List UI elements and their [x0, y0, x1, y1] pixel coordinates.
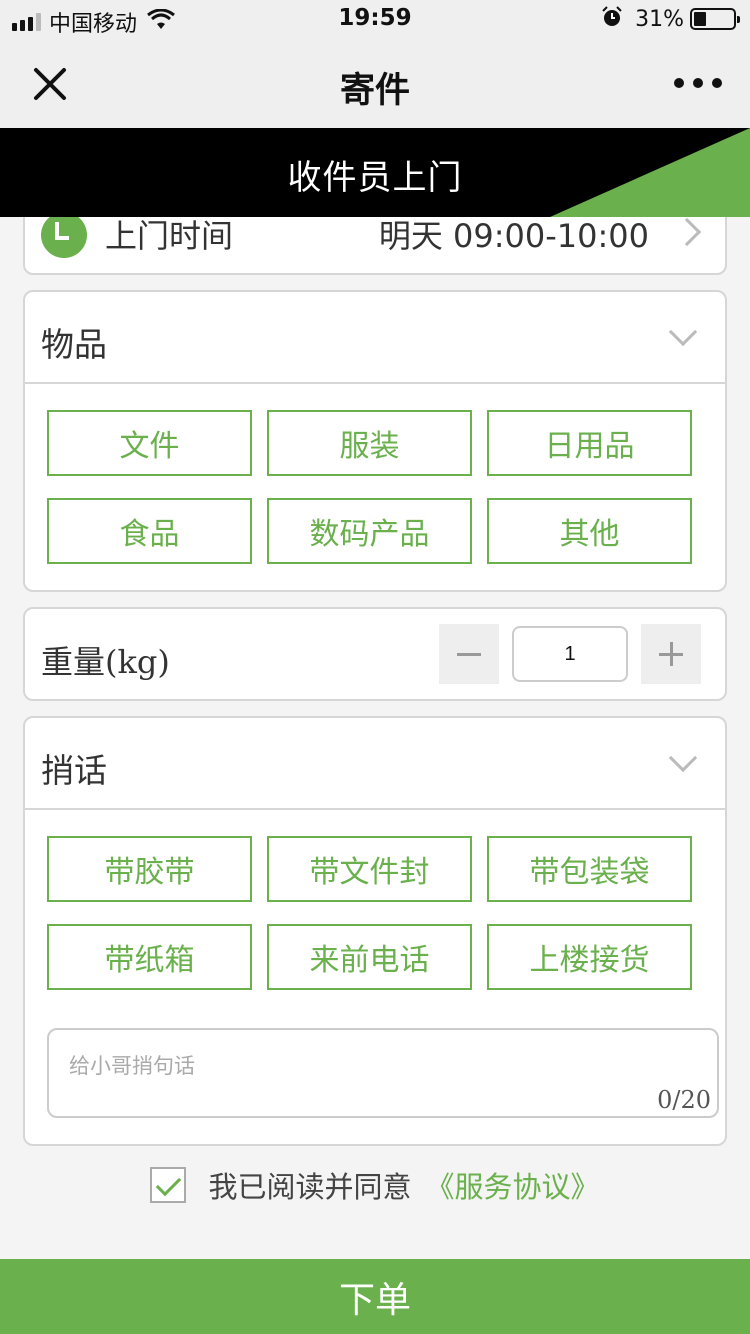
message-option-box[interactable]: 带纸箱 [47, 924, 252, 990]
chevron-right-icon [672, 217, 702, 247]
message-option-envelope[interactable]: 带文件封 [267, 836, 472, 902]
pickup-time-label: 上门时间 [105, 217, 234, 255]
minus-icon [457, 653, 481, 656]
agreement-text: 我已阅读并同意 [208, 1170, 412, 1204]
page-title: 寄件 [339, 71, 410, 111]
weight-input[interactable]: 1 [512, 626, 628, 682]
message-option-tape[interactable]: 带胶带 [47, 836, 252, 902]
message-option-upstairs[interactable]: 上楼接货 [487, 924, 692, 990]
more-icon[interactable] [674, 78, 722, 88]
goods-option-document[interactable]: 文件 [47, 410, 252, 476]
increase-button[interactable] [641, 624, 701, 684]
pickup-time-value: 明天 09:00-10:00 [378, 217, 649, 255]
goods-option-clothing[interactable]: 服装 [267, 410, 472, 476]
message-placeholder: 给小哥捎句话 [69, 1054, 195, 1078]
service-agreement-link[interactable]: 《服务协议》 [426, 1164, 600, 1206]
goods-option-other[interactable]: 其他 [487, 498, 692, 564]
chevron-down-icon [668, 317, 698, 347]
goods-section: 物品 文件 服装 日用品 食品 数码产品 其他 [23, 290, 727, 592]
submit-order-button[interactable]: 下单 [0, 1259, 750, 1334]
weight-stepper: 1 [439, 624, 701, 684]
banner-text: 收件员上门 [287, 158, 463, 198]
weight-section: 重量(kg) 1 [23, 607, 727, 701]
nav-bar: 寄件 [0, 40, 750, 128]
status-right: 31% [601, 6, 740, 32]
message-section: 捎话 带胶带 带文件封 带包装袋 带纸箱 来前电话 上楼接货 给小哥捎句话 0/… [23, 716, 727, 1146]
goods-option-digital[interactable]: 数码产品 [267, 498, 472, 564]
message-header[interactable]: 捎话 [25, 718, 725, 810]
battery-icon [690, 8, 740, 30]
message-char-count: 0/20 [657, 1086, 711, 1114]
clock-icon [41, 212, 87, 258]
message-options: 带胶带 带文件封 带包装袋 带纸箱 来前电话 上楼接货 [47, 836, 693, 990]
goods-option-food[interactable]: 食品 [47, 498, 252, 564]
alarm-icon [601, 6, 623, 32]
message-title: 捎话 [41, 751, 107, 790]
weight-label: 重量(kg) [41, 643, 170, 681]
agreement-row: 我已阅读并同意 《服务协议》 [0, 1162, 750, 1208]
goods-title: 物品 [41, 325, 107, 364]
service-banner: 收件员上门 [0, 128, 750, 217]
message-option-bag[interactable]: 带包装袋 [487, 836, 692, 902]
status-bar: 中国移动 19:59 31% [0, 0, 750, 40]
goods-header[interactable]: 物品 [25, 292, 725, 384]
agreement-checkbox[interactable] [150, 1167, 187, 1203]
goods-option-daily[interactable]: 日用品 [487, 410, 692, 476]
decrease-button[interactable] [439, 624, 499, 684]
chevron-down-icon [668, 743, 698, 773]
battery-percent: 31% [635, 6, 684, 32]
goods-options: 文件 服装 日用品 食品 数码产品 其他 [47, 410, 693, 564]
message-textarea[interactable]: 给小哥捎句话 0/20 [47, 1028, 719, 1118]
message-option-call[interactable]: 来前电话 [267, 924, 472, 990]
